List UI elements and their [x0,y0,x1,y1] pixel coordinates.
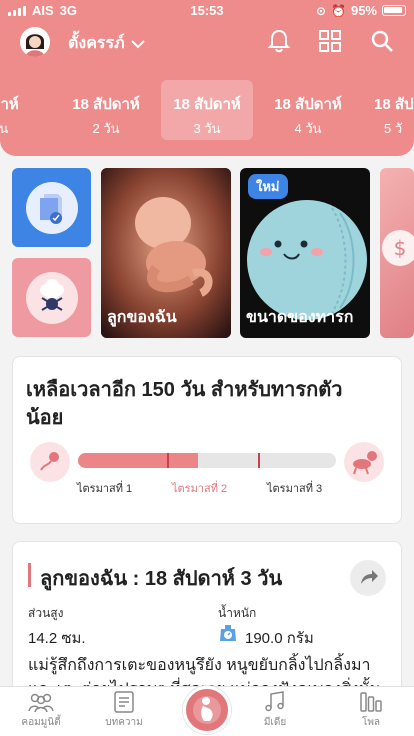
battery-percent: 95% [350,3,377,18]
page-title: ตั้งครรภ์ [68,35,125,52]
lock-rotation-icon: ⊙ [315,3,327,18]
checklist-tile[interactable] [12,168,91,247]
countdown-text: เหลือเวลาอีก 150 วัน สำหรับทารกตัวน้อย [26,379,343,429]
baby-size-card[interactable]: ใหม่ ขนาดของทารก [240,168,370,338]
share-button[interactable] [350,560,386,596]
week-item[interactable]: 18 สัปดาห์ 2 วัน [60,80,152,140]
article-icon [114,691,134,713]
nav-articles[interactable]: บทความ [93,691,155,730]
week-item[interactable]: ปดาห์วัน [0,80,46,140]
weight-label: น้ำหนัก [218,606,257,620]
status-bar: AIS 3G 15:53 ⊙ ⏰ 95% [0,0,414,22]
trimester-label: ไตรมาสที่ 3 [267,483,323,495]
card-caption: ขนาดของทารก [246,309,354,326]
checklist-icon [26,182,78,234]
chef-icon [26,272,78,324]
poll-icon [360,692,382,712]
food-tile[interactable] [12,258,91,337]
money-icon: $ [382,230,414,266]
nav-polls[interactable]: โพล [340,691,402,730]
week-selector[interactable]: ปดาห์วัน 18 สัปดาห์2 วัน 18 สัปดาห์3 วัน… [0,80,414,142]
weight-value: 190.0 กรัม [245,630,314,647]
share-icon [361,570,378,584]
nav-label: คอมมูนิตี้ [21,717,61,728]
week-item[interactable]: 18 สัป 5 วั [364,80,414,140]
grid-icon[interactable] [317,28,343,54]
progress-fill [78,453,199,468]
card-caption: ลูกของฉัน [107,309,177,326]
bell-icon[interactable] [266,28,292,54]
nav-community[interactable]: คอมมูนิตี้ [10,691,72,730]
trimester-label-current: ไตรมาสที่ 2 [172,483,228,495]
my-baby-card[interactable]: ลูกของฉัน [101,168,231,338]
baby-info-title: ลูกของฉัน : 18 สัปดาห์ 3 วัน [40,568,283,590]
svg-text:$: $ [394,236,407,260]
pregnant-icon [193,696,221,724]
sperm-icon [30,442,70,482]
avatar[interactable] [20,27,50,57]
nav-media[interactable]: มีเดีย [244,691,306,730]
new-badge: ใหม่ [248,174,288,199]
crawling-baby-icon [344,442,384,482]
nav-label: มีเดีย [263,717,287,728]
week-item[interactable]: 18 สัปดาห์ 4 วัน [262,80,354,140]
week-item-active[interactable]: 18 สัปดาห์ 3 วัน [161,80,253,140]
search-icon[interactable] [369,28,395,54]
nav-pregnancy-home[interactable] [183,686,231,734]
trimester-label: ไตรมาสที่ 1 [77,483,133,495]
title-accent-bar [28,563,31,587]
chevron-down-icon [130,39,145,48]
header-background: AIS 3G 15:53 ⊙ ⏰ 95% ตั้งครรภ์ าห์ น 18 … [0,0,414,156]
next-feature-card[interactable]: $ [380,168,414,338]
trimester-progress-bar [78,453,336,468]
trimester-divider [167,453,169,468]
mode-selector[interactable]: ตั้งครรภ์ [68,31,145,56]
music-icon [265,691,284,712]
battery-icon [382,5,406,16]
scale-icon [220,625,236,641]
height-value: 14.2 ซม. [28,630,86,647]
community-icon [28,693,54,713]
alarm-icon: ⏰ [331,3,346,18]
trimester-divider [258,453,260,468]
nav-label: บทความ [105,717,143,728]
nav-label: โพล [361,717,381,728]
height-label: ส่วนสูง [28,606,64,620]
